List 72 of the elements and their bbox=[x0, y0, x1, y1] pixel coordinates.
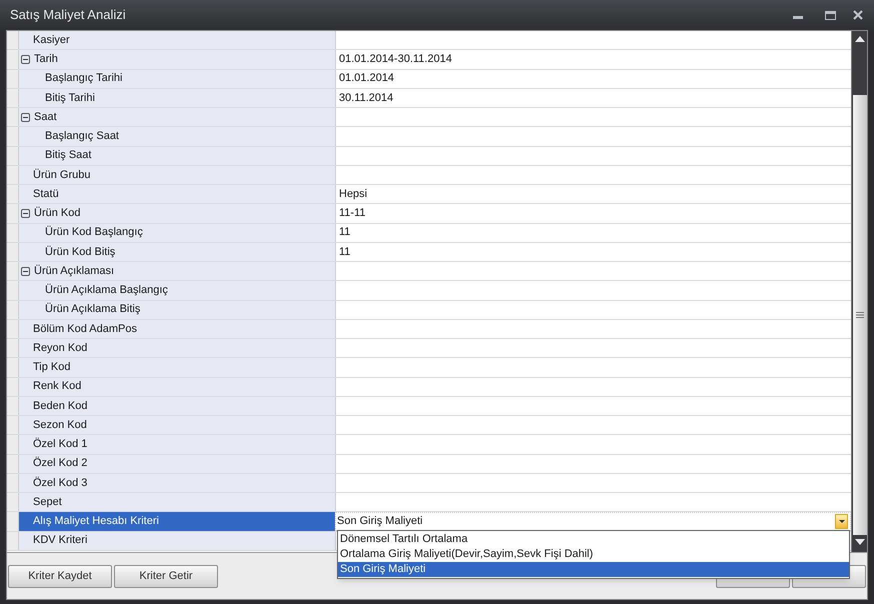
property-label[interactable]: Özel Kod 2 bbox=[19, 454, 335, 473]
property-label[interactable]: Alış Maliyet Hesabı Kriteri bbox=[19, 512, 335, 530]
property-label[interactable]: Ürün Kod Başlangıç bbox=[19, 224, 335, 242]
property-label[interactable]: Ürün Açıklama Bitiş bbox=[19, 300, 335, 319]
row-header[interactable] bbox=[7, 416, 19, 434]
close-icon[interactable] bbox=[853, 10, 863, 20]
property-label[interactable]: Ürün Kod Bitiş bbox=[19, 242, 335, 261]
dropdown-option[interactable]: Son Giriş Maliyeti bbox=[338, 562, 849, 577]
row-header[interactable] bbox=[7, 454, 19, 473]
row-header[interactable] bbox=[7, 31, 19, 50]
property-label[interactable]: Renk Kod bbox=[19, 378, 335, 396]
scroll-thumb[interactable] bbox=[852, 95, 866, 535]
dropdown-option[interactable]: Ortalama Giriş Maliyeti(Devir,Sayim,Sevk Fişi Dahil) bbox=[338, 547, 849, 562]
minimize-icon[interactable] bbox=[793, 16, 803, 20]
property-label[interactable]: Beden Kod bbox=[19, 396, 335, 415]
maximize-icon[interactable] bbox=[825, 10, 836, 20]
property-label[interactable]: Bitiş Saat bbox=[19, 146, 335, 165]
collapse-icon[interactable] bbox=[21, 208, 30, 218]
collapse-icon[interactable] bbox=[21, 112, 30, 122]
row-header[interactable] bbox=[7, 166, 19, 184]
collapse-icon[interactable] bbox=[21, 266, 30, 276]
row-header[interactable] bbox=[7, 281, 19, 300]
row-header[interactable] bbox=[7, 378, 19, 396]
property-label[interactable]: Ürün Kod bbox=[19, 204, 335, 222]
row-header[interactable] bbox=[7, 435, 19, 454]
property-label[interactable]: Başlangıç Saat bbox=[19, 127, 335, 146]
row-header[interactable] bbox=[7, 242, 19, 261]
row-header[interactable] bbox=[7, 358, 19, 376]
property-label[interactable]: Bölüm Kod AdamPos bbox=[19, 320, 335, 338]
row-header[interactable] bbox=[7, 474, 19, 492]
property-label[interactable]: Saat bbox=[19, 108, 335, 126]
action-button[interactable]: Kriter Kaydet bbox=[8, 564, 112, 588]
property-label[interactable]: Ürün Grubu bbox=[19, 166, 335, 184]
row-header[interactable] bbox=[7, 300, 19, 319]
combo-value: Son Giriş Maliyeti bbox=[337, 514, 424, 530]
row-header[interactable] bbox=[7, 127, 19, 146]
property-label[interactable]: Ürün Açıklama Başlangıç bbox=[19, 281, 335, 300]
dropdown-option[interactable]: Dönemsel Tartılı Ortalama bbox=[338, 532, 849, 547]
grip-icon bbox=[856, 312, 864, 318]
scrollbar[interactable] bbox=[851, 31, 867, 552]
row-header[interactable] bbox=[7, 512, 19, 530]
row-header[interactable] bbox=[7, 532, 19, 550]
property-label[interactable]: Statü bbox=[19, 185, 335, 204]
property-label[interactable]: Tarih bbox=[19, 50, 335, 68]
collapse-icon[interactable] bbox=[21, 54, 30, 64]
dropdown-button[interactable] bbox=[835, 514, 848, 529]
caret-icon bbox=[838, 520, 844, 523]
window-title: Satış Maliyet Analizi bbox=[10, 6, 127, 24]
property-label[interactable]: KDV Kriteri bbox=[19, 532, 335, 550]
property-label[interactable]: Ürün Açıklaması bbox=[19, 262, 335, 280]
property-label[interactable]: Bitiş Tarihi bbox=[19, 88, 335, 107]
row-header[interactable] bbox=[7, 396, 19, 415]
row-header[interactable] bbox=[7, 88, 19, 107]
row-header[interactable] bbox=[7, 320, 19, 338]
row-header[interactable] bbox=[7, 339, 19, 358]
property-label[interactable]: Tip Kod bbox=[19, 358, 335, 376]
row-header[interactable] bbox=[7, 185, 19, 204]
combo-box[interactable]: Son Giriş Maliyeti bbox=[335, 512, 851, 530]
property-label[interactable]: Özel Kod 1 bbox=[19, 435, 335, 454]
row-header[interactable] bbox=[7, 493, 19, 512]
property-label[interactable]: Özel Kod 3 bbox=[19, 474, 335, 492]
property-label[interactable]: Başlangıç Tarihi bbox=[19, 70, 335, 88]
property-label[interactable]: Sezon Kod bbox=[19, 416, 335, 434]
scroll-down-icon[interactable] bbox=[854, 539, 864, 545]
row-header[interactable] bbox=[7, 224, 19, 242]
property-label[interactable]: Reyon Kod bbox=[19, 339, 335, 358]
row-header[interactable] bbox=[7, 146, 19, 165]
row-header[interactable] bbox=[7, 70, 19, 88]
scroll-up-icon[interactable] bbox=[854, 36, 864, 42]
property-label[interactable]: Kasiyer bbox=[19, 31, 335, 50]
action-button[interactable]: Kriter Getir bbox=[114, 564, 218, 588]
property-label[interactable]: Sepet bbox=[19, 493, 335, 512]
